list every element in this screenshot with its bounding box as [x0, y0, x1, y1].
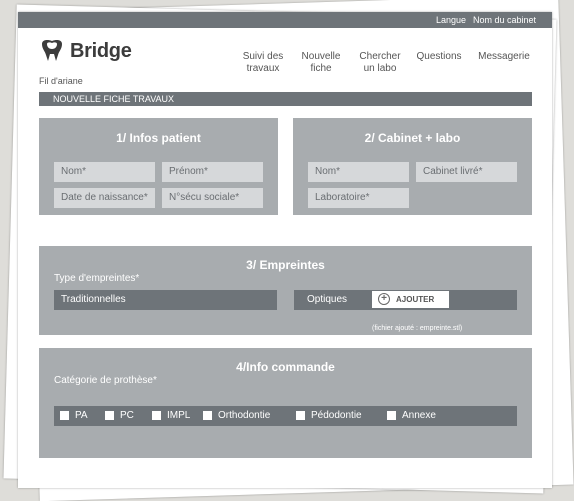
nav-label: Chercher — [359, 51, 401, 62]
language-link[interactable]: Langue — [436, 15, 466, 25]
plus-circle-icon: + — [378, 293, 390, 305]
section-title: 3/ Empreintes — [246, 258, 325, 272]
laboratoire-field[interactable]: Laboratoire* — [308, 188, 409, 208]
section-title: 2/ Cabinet + labo — [364, 131, 461, 145]
nav-questions[interactable]: Questions — [414, 51, 464, 63]
nav-label: Messagerie — [478, 51, 530, 62]
nav-label: fiche — [310, 63, 332, 74]
file-added-note: (fichier ajouté : empreinte.stl) — [372, 325, 463, 332]
checkbox[interactable] — [387, 411, 396, 420]
nav-suivi-travaux[interactable]: Suivi des travaux — [240, 51, 286, 75]
category-label: Annexe — [402, 410, 436, 421]
logo-text: Bridge — [70, 40, 132, 62]
nav-label: travaux — [246, 63, 280, 74]
breadcrumb[interactable]: Fil d'ariane — [39, 76, 83, 86]
category-label: PA — [75, 410, 88, 421]
category-orthodontie[interactable]: Orthodontie — [203, 406, 288, 426]
page-title: NOUVELLE FICHE TRAVAUX — [53, 94, 175, 104]
nav-nouvelle-fiche[interactable]: Nouvelle fiche — [296, 51, 346, 75]
button-label: AJOUTER — [396, 295, 435, 304]
nav-label: Questions — [416, 51, 462, 62]
section-title: 4/Info commande — [236, 360, 335, 374]
page-title-bar: NOUVELLE FICHE TRAVAUX — [39, 92, 532, 106]
category-pc[interactable]: PC — [105, 406, 145, 426]
patient-nom-field[interactable]: Nom* — [54, 162, 155, 182]
section-empreintes: 3/ Empreintes Type d'empreintes* Traditi… — [39, 246, 532, 335]
patient-secu-field[interactable]: N°sécu sociale* — [162, 188, 263, 208]
category-label: PC — [120, 410, 134, 421]
top-bar: Langue Nom du cabinet — [18, 12, 552, 28]
nav-label: un labo — [363, 63, 397, 74]
categorie-options: PA PC IMPL Orthodontie Pédodontie Annexe — [54, 406, 517, 426]
section-cabinet-labo: 2/ Cabinet + labo Nom* Cabinet livré* La… — [293, 118, 532, 215]
nav-label: Nouvelle — [301, 51, 341, 62]
nav-label: Suivi des — [242, 51, 284, 62]
categorie-label: Catégorie de prothèse* — [54, 375, 157, 386]
category-pedodontie[interactable]: Pédodontie — [296, 406, 376, 426]
cabinet-nom-field[interactable]: Nom* — [308, 162, 409, 182]
category-label: IMPL — [167, 410, 191, 421]
option-label: Optiques — [307, 294, 348, 305]
category-label: Pédodontie — [311, 410, 362, 421]
checkbox[interactable] — [105, 411, 114, 420]
empreinte-traditionnelles-option[interactable]: Traditionnelles — [54, 290, 277, 310]
category-pa[interactable]: PA — [60, 406, 100, 426]
cabinet-name-link[interactable]: Nom du cabinet — [473, 15, 536, 25]
section-info-commande: 4/Info commande Catégorie de prothèse* P… — [39, 348, 532, 458]
ajouter-button[interactable]: + AJOUTER — [372, 291, 449, 308]
empreintes-type-label: Type d'empreintes* — [54, 273, 140, 284]
page-sheet: Langue Nom du cabinet Bridge Suivi des t… — [18, 12, 552, 488]
nav-chercher-labo[interactable]: Chercher un labo — [354, 51, 406, 75]
category-impl[interactable]: IMPL — [152, 406, 197, 426]
tooth-icon — [42, 40, 62, 61]
category-annexe[interactable]: Annexe — [387, 406, 457, 426]
patient-date-naissance-field[interactable]: Date de naissance* — [54, 188, 155, 208]
option-label: Traditionnelles — [61, 294, 126, 305]
checkbox[interactable] — [60, 411, 69, 420]
checkbox[interactable] — [152, 411, 161, 420]
section-title: 1/ Infos patient — [116, 131, 201, 145]
category-label: Orthodontie — [218, 410, 271, 421]
patient-prenom-field[interactable]: Prénom* — [162, 162, 263, 182]
section-infos-patient: 1/ Infos patient Nom* Prénom* Date de na… — [39, 118, 278, 215]
nav-messagerie[interactable]: Messagerie — [476, 51, 532, 63]
checkbox[interactable] — [296, 411, 305, 420]
bridge-logo[interactable]: Bridge — [38, 38, 132, 62]
checkbox[interactable] — [203, 411, 212, 420]
empreinte-optiques-option[interactable]: Optiques + AJOUTER — [294, 290, 517, 310]
cabinet-livre-field[interactable]: Cabinet livré* — [416, 162, 517, 182]
